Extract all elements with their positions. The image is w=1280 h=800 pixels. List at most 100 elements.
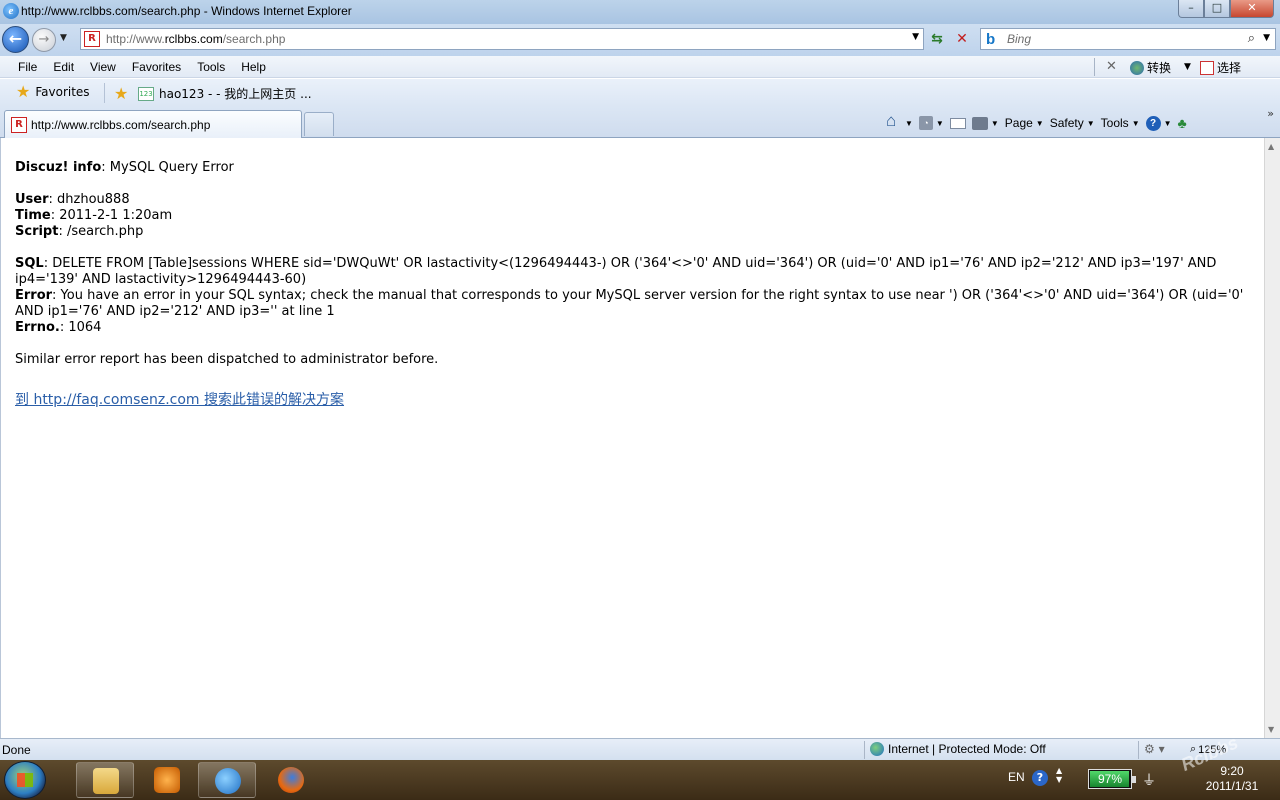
search-input[interactable]: Bing <box>1007 32 1031 46</box>
page-menu-label: Page <box>1004 116 1033 130</box>
script-value: : /search.php <box>58 224 144 239</box>
folder-icon <box>93 768 119 794</box>
clock[interactable]: 9:20 2011/1/31 <box>1190 764 1274 794</box>
command-bar: ▼ ◔▼ ▼ Page▼ Safety▼ Tools▼ ?▼ ♣ <box>886 111 1200 133</box>
maximize-button[interactable]: □ <box>1204 0 1230 18</box>
errno-line: Errno.: 1064 <box>15 320 1245 336</box>
home-icon <box>886 111 902 131</box>
ie-logo-icon: e <box>3 3 19 19</box>
tools-dropdown-icon: ▼ <box>1131 118 1140 128</box>
protected-mode-icon[interactable]: ⚙ ▾ <box>1144 742 1165 756</box>
user-line: User: dhzhou888 <box>15 192 1245 208</box>
errno-value: : 1064 <box>59 320 102 335</box>
error-label: Error <box>15 288 53 303</box>
print-button[interactable]: ▼ <box>971 116 999 130</box>
back-arrow-icon[interactable]: ← <box>2 26 29 53</box>
close-button[interactable]: ✕ <box>1230 0 1274 18</box>
error-header: Discuz! info: MySQL Query Error <box>15 160 1245 176</box>
start-button[interactable] <box>4 761 46 799</box>
menu-edit[interactable]: Edit <box>53 60 74 74</box>
battery-indicator[interactable]: 97% <box>1088 769 1136 789</box>
translate-globe-icon <box>1130 60 1144 75</box>
status-text: Done <box>2 743 31 757</box>
tray-expand-icon[interactable]: ▲ ▼ <box>1056 766 1062 784</box>
menu-favorites[interactable]: Favorites <box>132 60 181 74</box>
zoom-control[interactable]: ⌕ 125% <box>1190 743 1226 756</box>
recent-pages-dropdown[interactable]: ▼ <box>60 33 67 43</box>
tab-active[interactable]: R http://www.rclbbs.com/search.php <box>4 110 302 138</box>
command-bar-overflow-icon[interactable]: » <box>1267 107 1274 120</box>
address-input[interactable]: http://www.rclbbs.com/search.php <box>106 32 285 46</box>
favorites-label: Favorites <box>35 85 90 99</box>
mail-button[interactable] <box>949 117 966 129</box>
translate-button[interactable]: 转换 <box>1130 59 1171 76</box>
home-button[interactable]: ▼ <box>886 111 913 131</box>
navigation-bar: ← → ▼ R http://www.rclbbs.com/search.php… <box>0 24 1280 56</box>
error-value: : You have an error in your SQL syntax; … <box>15 288 1244 319</box>
tools-menu[interactable]: Tools ▼ <box>1101 116 1140 130</box>
taskbar-internet-explorer[interactable] <box>198 762 256 798</box>
safety-dropdown-icon: ▼ <box>1086 118 1095 128</box>
time-value: : 2011-2-1 1:20am <box>50 208 173 223</box>
internet-explorer-icon <box>215 768 241 794</box>
time-label: Time <box>15 208 51 223</box>
help-button[interactable]: ? ▼ <box>1145 115 1172 131</box>
battery-percent: 97% <box>1097 772 1123 786</box>
menu-file[interactable]: File <box>18 60 37 74</box>
tray-help-icon[interactable]: ? <box>1032 770 1048 786</box>
minimize-button[interactable]: – <box>1178 0 1204 18</box>
script-line: Script: /search.php <box>15 224 1245 240</box>
hao123-favicon-icon: 123 <box>138 86 154 101</box>
feeds-button[interactable]: ◔ ▼ <box>918 116 944 130</box>
add-to-favorites-bar-icon[interactable]: ★ <box>114 84 128 103</box>
language-indicator[interactable]: EN <box>1008 770 1025 784</box>
taskbar-firefox[interactable] <box>268 762 312 798</box>
feeds-dropdown-icon[interactable]: ▼ <box>936 119 944 128</box>
error-line: Error: You have an error in your SQL syn… <box>15 288 1245 320</box>
scroll-down-icon[interactable]: ▼ <box>1268 725 1274 734</box>
taskbar-explorer[interactable] <box>76 762 134 798</box>
errno-label: Errno. <box>15 320 60 335</box>
mail-icon <box>949 117 966 129</box>
favorites-button[interactable]: ★ Favorites <box>16 84 90 100</box>
taskbar-media-player[interactable] <box>144 762 188 798</box>
vertical-scrollbar[interactable]: ▲ ▼ <box>1264 138 1280 738</box>
menu-tools[interactable]: Tools <box>197 60 225 74</box>
stop-icon[interactable]: ✕ <box>952 30 972 50</box>
zoom-level: 125% <box>1198 743 1227 756</box>
url-prefix: http://www. <box>106 32 165 46</box>
faq-link[interactable]: 到 http://faq.comsenz.com 搜索此错误的解决方案 <box>15 392 344 408</box>
url-suffix: /search.php <box>222 32 286 46</box>
toolbar-close-icon[interactable]: ✕ <box>1106 59 1117 74</box>
power-plug-icon[interactable]: ⏚ <box>1142 770 1160 789</box>
translate-dropdown-icon[interactable]: ▼ <box>1184 62 1191 72</box>
refresh-icon[interactable]: ⇆ <box>927 30 947 50</box>
sql-label: SQL <box>15 256 44 271</box>
menu-help[interactable]: Help <box>241 60 266 74</box>
forward-arrow-icon[interactable]: → <box>32 28 56 52</box>
magnifier-icon[interactable]: ⌕ <box>1248 31 1255 46</box>
help-dropdown-icon[interactable]: ▼ <box>1164 119 1172 128</box>
status-divider <box>864 741 865 759</box>
page-menu[interactable]: Page ▼ <box>1005 116 1044 130</box>
header-text: : MySQL Query Error <box>101 160 234 175</box>
safety-menu-label: Safety <box>1049 116 1084 130</box>
safety-menu[interactable]: Safety ▼ <box>1050 116 1095 130</box>
tools-menu-label: Tools <box>1100 116 1129 130</box>
bing-logo-icon: b <box>986 31 996 48</box>
address-dropdown-icon[interactable]: ▼ <box>912 32 919 42</box>
search-options-dropdown-icon[interactable]: ▼ <box>1263 33 1270 43</box>
security-zone[interactable]: Internet | Protected Mode: Off <box>870 742 1046 756</box>
menu-bar: File Edit View Favorites Tools Help ✕ 转换… <box>0 56 1280 78</box>
messenger-button[interactable]: ♣ <box>1178 116 1194 130</box>
address-bar[interactable]: R http://www.rclbbs.com/search.php ▼ <box>80 28 924 50</box>
print-dropdown-icon[interactable]: ▼ <box>991 119 999 128</box>
menu-view[interactable]: View <box>90 60 116 74</box>
select-button[interactable]: 选择 <box>1200 59 1241 76</box>
favorites-divider <box>104 83 105 103</box>
search-box[interactable]: b Bing ⌕ ▼ <box>980 28 1276 50</box>
home-dropdown-icon[interactable]: ▼ <box>905 119 913 128</box>
scroll-up-icon[interactable]: ▲ <box>1268 142 1274 151</box>
favorite-link-hao123[interactable]: 123 hao123 - - 我的上网主页 ... <box>138 85 312 102</box>
new-tab-button[interactable] <box>304 112 334 136</box>
